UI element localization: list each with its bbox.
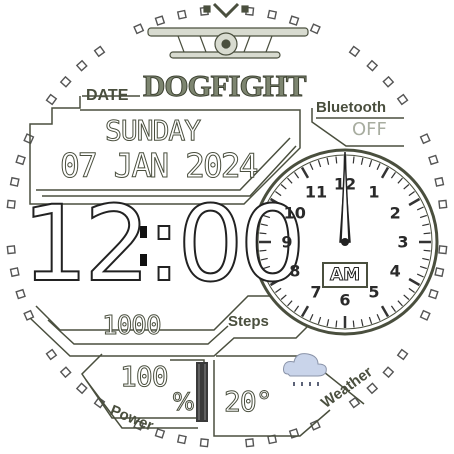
- brand-title: DOGFIGHT: [143, 68, 308, 104]
- dial-number-4: 4: [389, 261, 401, 281]
- biplane-logo: [147, 2, 309, 59]
- dial-number-11: 11: [304, 182, 328, 202]
- bluetooth-status: OFF: [352, 119, 387, 140]
- steps-label: Steps: [228, 313, 269, 330]
- date-label: DATE: [86, 87, 129, 104]
- dial-number-8: 8: [289, 261, 301, 281]
- battery-unit: %: [172, 388, 196, 417]
- dial-number-5: 5: [368, 282, 380, 302]
- bluetooth-label: Bluetooth: [316, 99, 386, 116]
- battery-value[interactable]: 100: [120, 360, 170, 394]
- date-value[interactable]: 07 JAN 2024: [60, 146, 260, 186]
- battery-divider: [196, 362, 208, 422]
- am-pm-indicator: AM: [322, 262, 368, 288]
- dial-number-1: 1: [368, 182, 380, 202]
- temperature-value[interactable]: 20°: [224, 385, 274, 419]
- steps-value[interactable]: 1000: [102, 311, 163, 342]
- dial-number-3: 3: [397, 232, 409, 252]
- dial-number-7: 7: [310, 282, 322, 302]
- watch-face: DOGFIGHT DATE Bluetooth OFF SUNDAY 07 JA…: [0, 0, 454, 454]
- dial-number-9: 9: [281, 232, 293, 252]
- day-of-week: SUNDAY: [104, 114, 201, 148]
- dial-number-12: 12: [333, 174, 357, 194]
- dial-number-10: 10: [283, 203, 306, 223]
- digital-time: 12:00: [21, 183, 307, 305]
- rain-cloud-icon: [283, 353, 327, 386]
- dial-number-6: 6: [339, 290, 351, 310]
- dial-number-2: 2: [389, 203, 401, 223]
